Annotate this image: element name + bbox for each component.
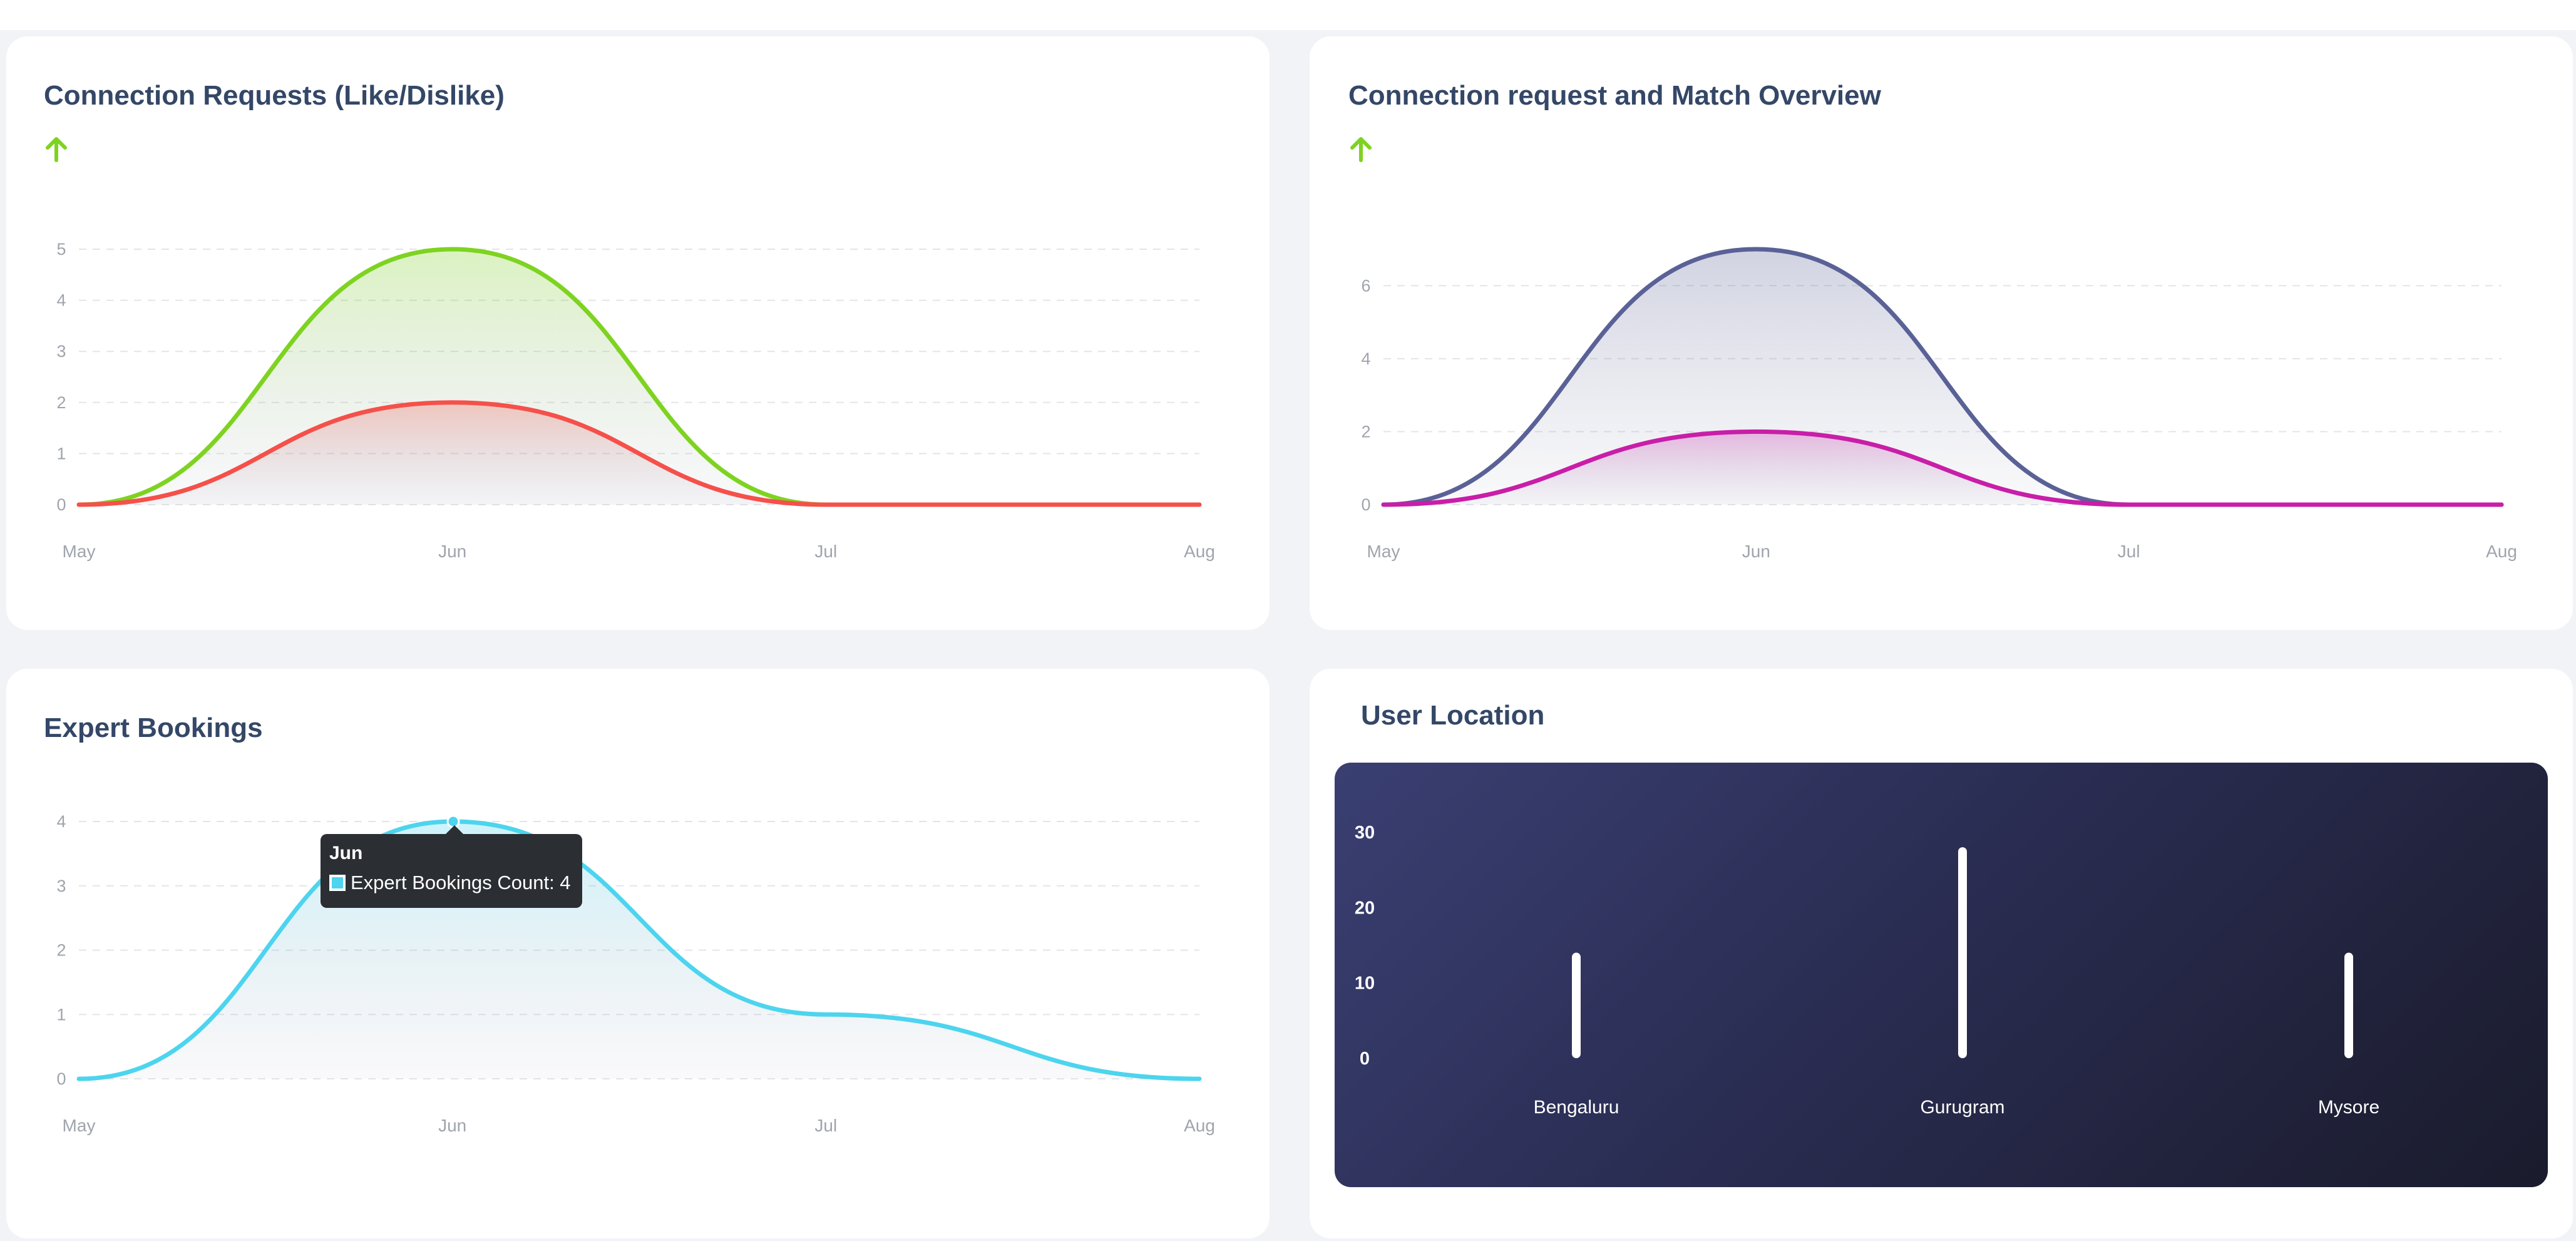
x-tick-label: Aug bbox=[2486, 542, 2517, 561]
bar bbox=[2344, 952, 2353, 1058]
y-tick-label: 2 bbox=[56, 393, 66, 412]
y-tick-label: 0 bbox=[1360, 1049, 1370, 1069]
x-tick-label: Jul bbox=[814, 1116, 837, 1135]
y-tick-label: 0 bbox=[1361, 495, 1370, 514]
connection-requests-chart: 0 1 2 3 4 5 May Jun Jul Aug bbox=[56, 240, 1215, 561]
y-tick-label: 4 bbox=[56, 291, 66, 310]
chart-tooltip: Jun Expert Bookings Count: 4 bbox=[321, 825, 582, 908]
match-overview-card: Connection request and Match Overview 02… bbox=[1310, 36, 2573, 630]
y-tick-label: 1 bbox=[56, 444, 66, 463]
expert-bookings-chart: 0 1 2 3 4 May Jun Jul Aug bbox=[56, 812, 1215, 1135]
x-tick-label: Jul bbox=[2118, 542, 2140, 561]
y-tick-label: 4 bbox=[56, 812, 66, 831]
y-tick-label: 0 bbox=[56, 1069, 66, 1088]
x-tick-label: Jun bbox=[438, 1116, 466, 1135]
x-tick-label: May bbox=[63, 1116, 96, 1135]
tooltip-row: Expert Bookings Count: 4 bbox=[329, 872, 573, 894]
x-tick-label: Jun bbox=[1742, 542, 1770, 561]
x-tick-label: Mysore bbox=[2318, 1097, 2379, 1118]
y-tick-label: 30 bbox=[1355, 823, 1375, 843]
user-location-card: User Location 0 10 20 30 Bengaluru Gurugram My… bbox=[1310, 669, 2573, 1238]
x-tick-label: Gurugram bbox=[1920, 1097, 2004, 1118]
match-overview-chart: 0 2 4 6 May Jun Jul Aug bbox=[1361, 247, 2517, 561]
x-tick-label: Aug bbox=[1184, 542, 1215, 561]
tooltip-title: Jun bbox=[329, 843, 363, 863]
user-location-panel: 0 10 20 30 Bengaluru Gurugram Mysore bbox=[1335, 763, 2548, 1187]
expert-bookings-card: Expert Bookings 0 1 2 3 4 May Jun Jul Aug Jun Ex… bbox=[6, 669, 1270, 1238]
series-swatch-icon bbox=[329, 875, 346, 891]
x-tick-label: Jun bbox=[438, 542, 466, 561]
connection-requests-card: Connection Requests (Like/Dislike) 01234… bbox=[6, 36, 1270, 630]
y-tick-label: 2 bbox=[56, 941, 66, 960]
tooltip-caret bbox=[446, 825, 463, 834]
x-tick-label: Aug bbox=[1184, 1116, 1215, 1135]
y-tick-label: 0 bbox=[56, 495, 66, 514]
y-tick-label: 3 bbox=[56, 877, 66, 895]
y-tick-label: 5 bbox=[56, 240, 66, 259]
bar bbox=[1572, 952, 1581, 1058]
user-location-chart: 0 10 20 30 Bengaluru Gurugram Mysore bbox=[1355, 823, 2379, 1118]
card-title: User Location bbox=[1361, 700, 1545, 731]
y-tick-label: 3 bbox=[56, 342, 66, 361]
x-tick-label: Bengaluru bbox=[1534, 1097, 1619, 1118]
x-tick-label: May bbox=[63, 542, 96, 561]
x-tick-label: May bbox=[1367, 542, 1400, 561]
x-tick-label: Jul bbox=[814, 542, 837, 561]
y-tick-label: 1 bbox=[56, 1005, 66, 1024]
tooltip-label: Expert Bookings Count: 4 bbox=[351, 872, 571, 893]
y-tick-label: 2 bbox=[1361, 422, 1370, 441]
top-bar bbox=[0, 0, 2576, 30]
y-tick-label: 6 bbox=[1361, 276, 1370, 295]
y-tick-label: 4 bbox=[1361, 349, 1370, 368]
bar bbox=[1958, 847, 1967, 1058]
y-tick-label: 20 bbox=[1355, 898, 1375, 918]
y-tick-label: 10 bbox=[1355, 974, 1375, 994]
